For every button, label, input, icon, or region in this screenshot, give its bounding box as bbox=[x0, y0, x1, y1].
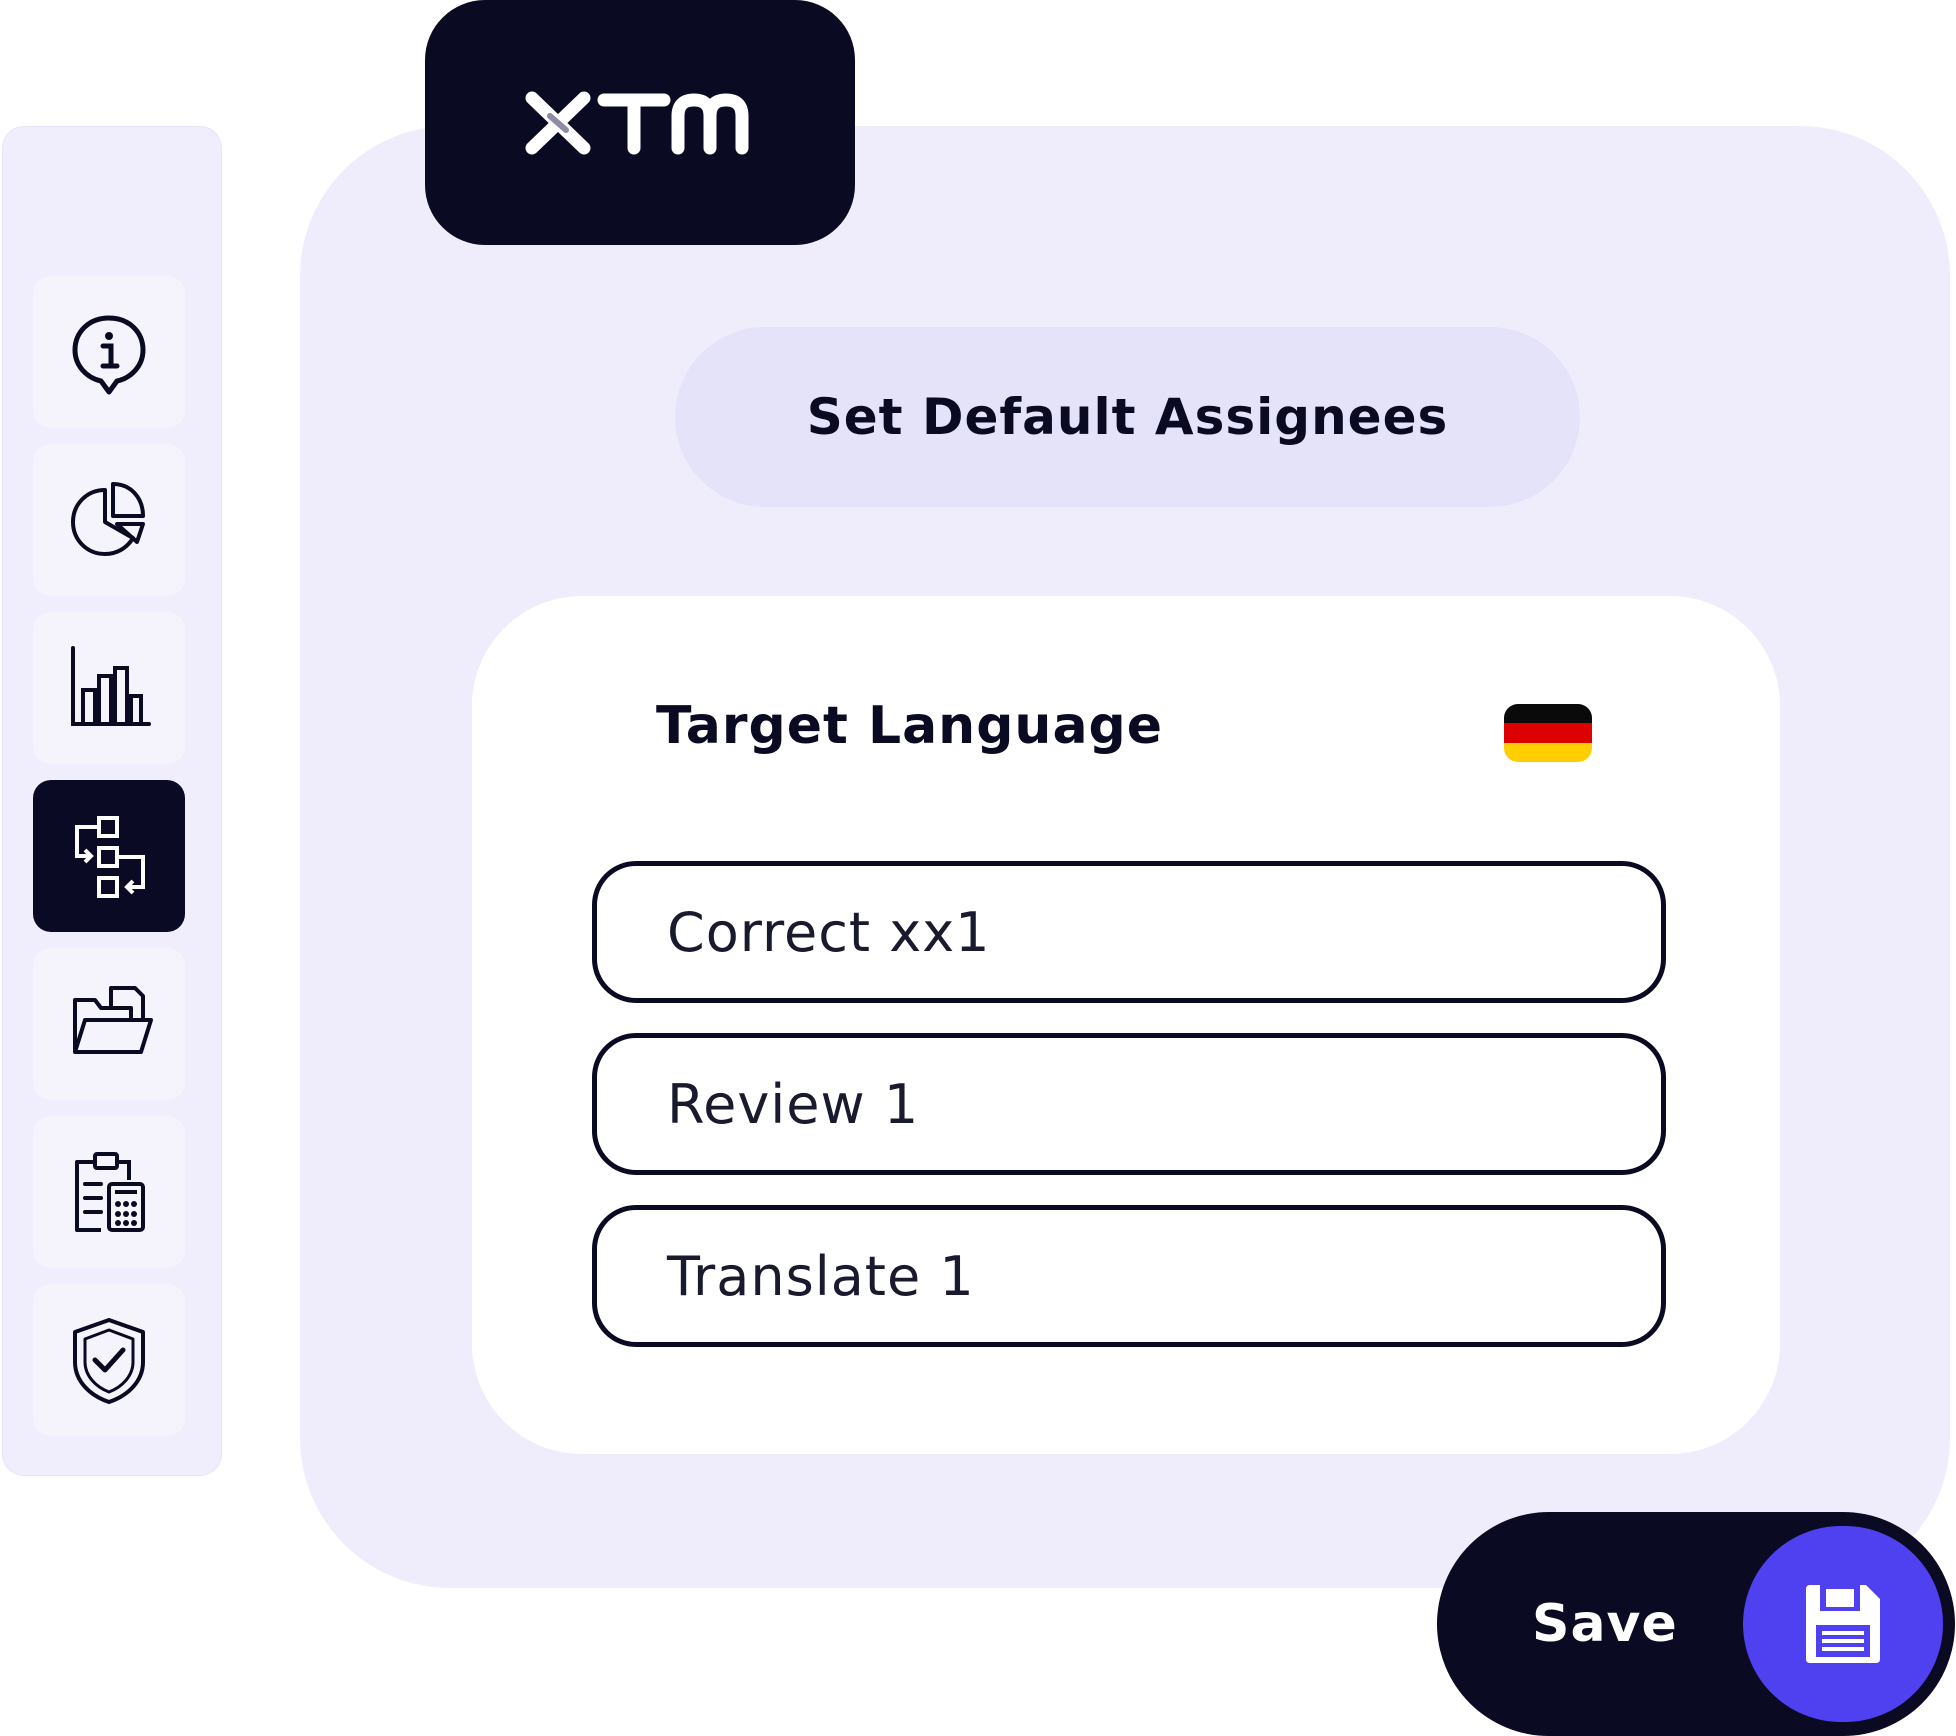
assignee-field-correct[interactable]: Correct xx1 bbox=[592, 861, 1666, 1003]
clipboard-calculator-icon bbox=[75, 1152, 145, 1232]
germany-flag-icon[interactable] bbox=[1504, 704, 1592, 762]
assignee-field-value: Review 1 bbox=[667, 1072, 920, 1136]
save-icon-circle[interactable] bbox=[1743, 1526, 1943, 1722]
folder-icon bbox=[73, 986, 153, 1054]
assignee-field-translate[interactable]: Translate 1 bbox=[592, 1205, 1666, 1347]
assignee-field-review[interactable]: Review 1 bbox=[592, 1033, 1666, 1175]
shield-check-icon bbox=[73, 1318, 145, 1404]
xtm-logo-badge bbox=[425, 0, 855, 245]
sidebar-item-security[interactable] bbox=[33, 1284, 185, 1436]
pie-chart-icon bbox=[71, 482, 145, 556]
save-button-label: Save bbox=[1532, 1594, 1678, 1654]
assignee-field-value: Correct xx1 bbox=[667, 900, 991, 964]
workflow-icon bbox=[75, 816, 145, 898]
page-title: Set Default Assignees bbox=[806, 388, 1449, 446]
app-stage: Set Default Assignees Target Language Co… bbox=[0, 0, 1956, 1736]
sidebar-item-finance[interactable] bbox=[33, 1116, 185, 1268]
page-title-pill: Set Default Assignees bbox=[675, 327, 1580, 507]
xtm-logo bbox=[525, 91, 749, 154]
flag-stripe-black bbox=[1504, 704, 1592, 724]
sidebar-item-dashboard[interactable] bbox=[33, 444, 185, 596]
sidebar-item-reports[interactable] bbox=[33, 612, 185, 764]
sidebar-item-workflow[interactable] bbox=[33, 780, 185, 932]
info-bubble-icon bbox=[72, 315, 146, 395]
flag-stripe-gold bbox=[1504, 742, 1592, 762]
assignee-field-value: Translate 1 bbox=[667, 1244, 975, 1308]
bar-chart-icon bbox=[71, 646, 151, 726]
sidebar-item-info[interactable] bbox=[33, 276, 185, 428]
floppy-disk-icon bbox=[1806, 1585, 1880, 1663]
assignee-card: Target Language Correct xx1 Review 1 Tra… bbox=[472, 596, 1780, 1454]
save-button[interactable]: Save bbox=[1437, 1512, 1955, 1736]
target-language-label: Target Language bbox=[656, 696, 1164, 756]
sidebar-item-files[interactable] bbox=[33, 948, 185, 1100]
flag-stripe-red bbox=[1504, 723, 1592, 743]
